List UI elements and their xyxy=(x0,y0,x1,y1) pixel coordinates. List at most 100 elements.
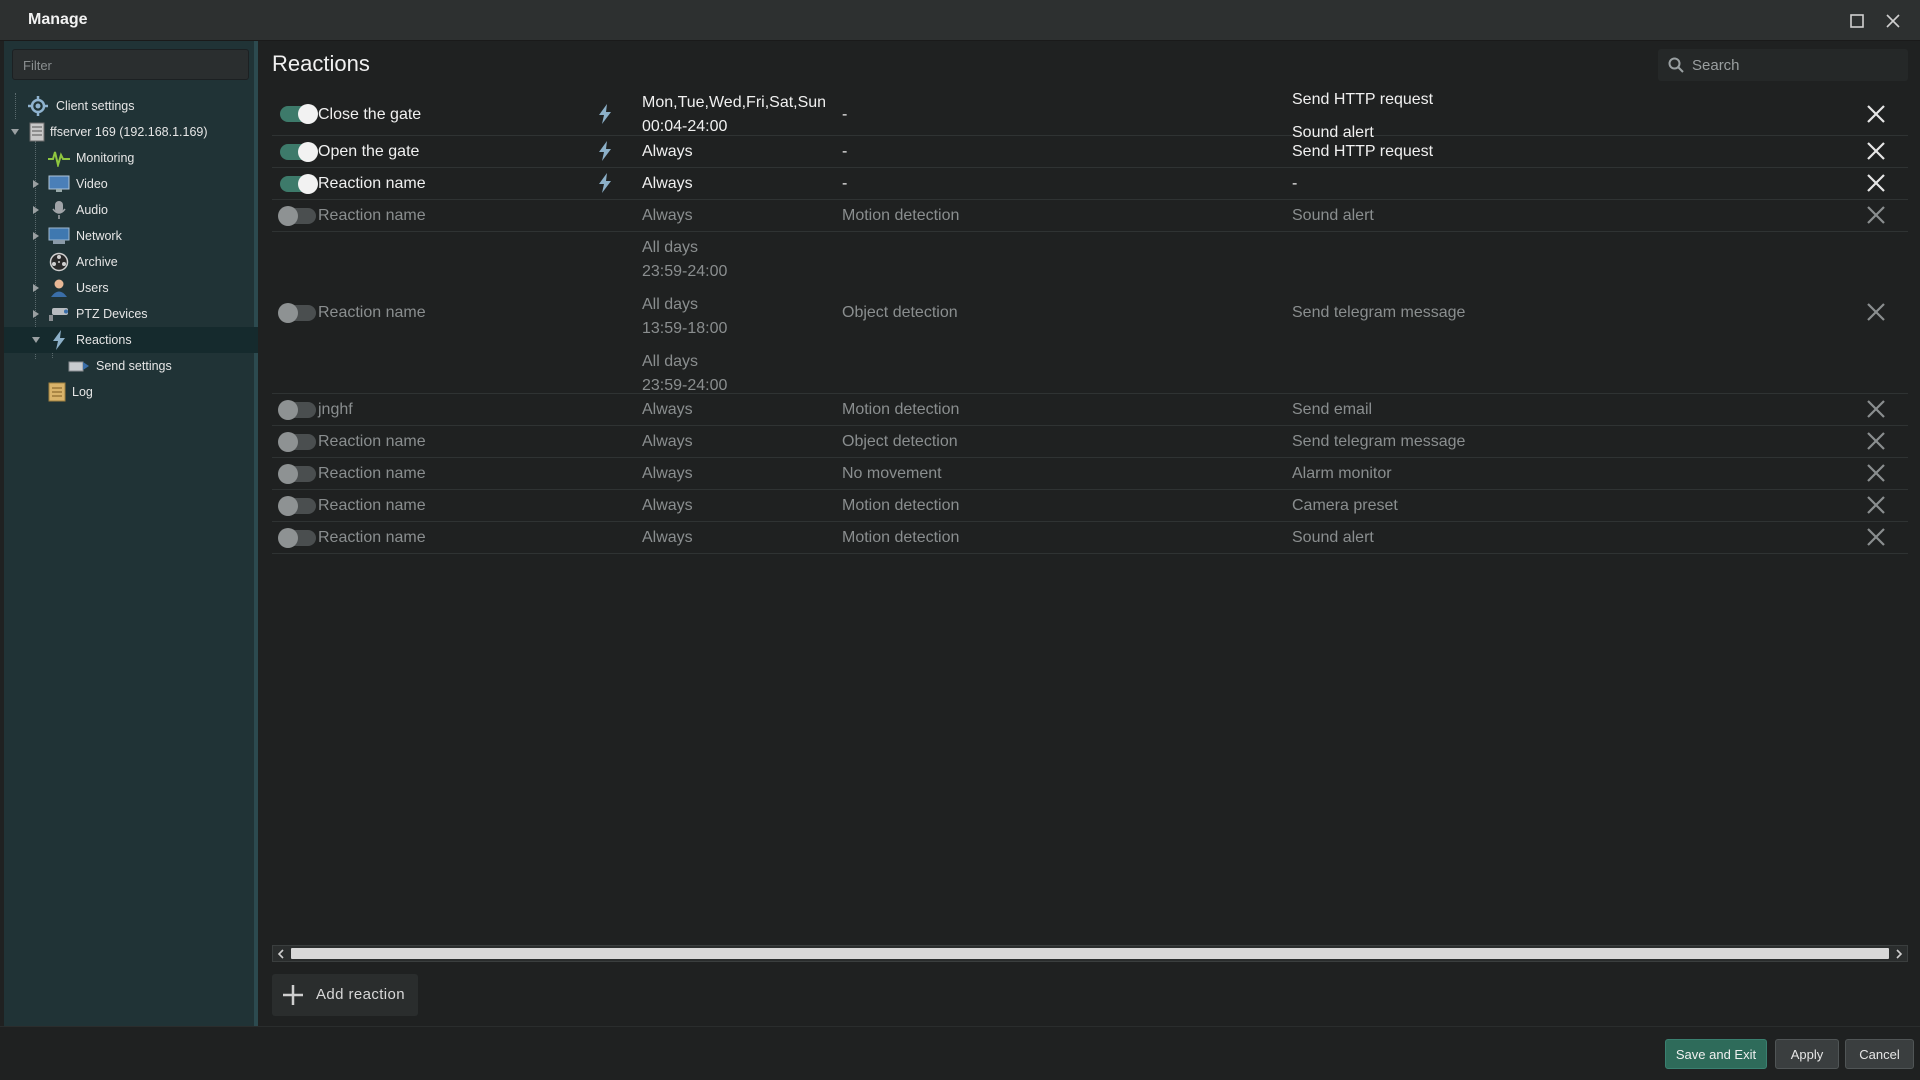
delete-icon[interactable] xyxy=(1865,103,1889,127)
tree-label-send-settings: Send settings xyxy=(96,359,172,373)
delete-icon[interactable] xyxy=(1865,494,1889,518)
reaction-row[interactable]: Close the gate Mon,Tue,Wed,Fri,Sat,Sun 0… xyxy=(272,91,1908,141)
reaction-action: Sound alert xyxy=(1292,207,1374,224)
reaction-row[interactable]: Reaction name Always Motion detection So… xyxy=(272,522,1908,554)
gear-icon xyxy=(27,95,49,117)
reaction-name: jnghf xyxy=(318,401,353,418)
chevron-right-icon[interactable] xyxy=(31,309,41,319)
tree-label-users: Users xyxy=(76,281,109,295)
schedule-line: Always xyxy=(642,207,693,224)
reaction-action: Send HTTP request xyxy=(1292,143,1434,160)
tree-item-server[interactable]: ffserver 169 (192.168.1.169) xyxy=(4,119,258,145)
reaction-name: Reaction name xyxy=(318,207,426,224)
reaction-row[interactable]: Reaction name Always Motion detection Ca… xyxy=(272,490,1908,522)
tree-item-video[interactable]: Video xyxy=(4,171,258,197)
server-icon xyxy=(26,121,48,143)
tree-item-log[interactable]: Log xyxy=(4,379,258,405)
delete-icon[interactable] xyxy=(1865,140,1889,164)
enable-toggle[interactable] xyxy=(278,432,316,452)
schedule-line: Always xyxy=(642,143,693,160)
maximize-icon[interactable] xyxy=(1846,10,1868,32)
scroll-right-icon[interactable] xyxy=(1892,948,1906,960)
schedule-line: Always xyxy=(642,175,693,192)
scroll-left-icon[interactable] xyxy=(274,948,288,960)
chevron-right-icon[interactable] xyxy=(31,283,41,293)
scrollbar-thumb[interactable] xyxy=(291,948,1889,959)
delete-icon[interactable] xyxy=(1865,301,1889,325)
reaction-action: Send telegram message xyxy=(1292,304,1466,321)
tree-item-users[interactable]: Users xyxy=(4,275,258,301)
tree-item-send-settings[interactable]: Send settings xyxy=(4,353,258,379)
chevron-down-icon[interactable] xyxy=(10,127,20,137)
reaction-row[interactable]: Reaction name Always No movement Alarm m… xyxy=(272,458,1908,490)
schedule-line: 13:59-18:00 xyxy=(642,320,728,337)
log-icon xyxy=(46,381,68,403)
tree-item-audio[interactable]: Audio xyxy=(4,197,258,223)
delete-icon[interactable] xyxy=(1865,172,1889,196)
schedule-line: Always xyxy=(642,465,693,482)
chevron-right-icon[interactable] xyxy=(31,179,41,189)
reaction-row[interactable]: jnghf Always Motion detection Send email xyxy=(272,394,1908,426)
delete-icon[interactable] xyxy=(1865,430,1889,454)
apply-button[interactable]: Apply xyxy=(1775,1039,1839,1069)
enable-toggle[interactable] xyxy=(280,104,318,124)
chevron-right-icon[interactable] xyxy=(31,231,41,241)
enable-toggle[interactable] xyxy=(278,303,316,323)
close-icon[interactable] xyxy=(1882,10,1904,32)
tree-label-reactions: Reactions xyxy=(76,333,132,347)
reaction-row[interactable]: Reaction name Always Object detection Se… xyxy=(272,426,1908,458)
reaction-name: Close the gate xyxy=(318,106,422,123)
delete-icon[interactable] xyxy=(1865,204,1889,228)
chevron-right-icon[interactable] xyxy=(31,205,41,215)
enable-toggle[interactable] xyxy=(278,464,316,484)
horizontal-scrollbar[interactable] xyxy=(272,945,1908,962)
reaction-row[interactable]: Open the gate Always - Send HTTP request xyxy=(272,136,1908,168)
reaction-row[interactable]: Reaction name Always - - xyxy=(272,168,1908,200)
tree-label-client-settings: Client settings xyxy=(56,99,135,113)
delete-icon[interactable] xyxy=(1865,398,1889,422)
lightning-icon[interactable] xyxy=(598,140,618,164)
tree-item-monitoring[interactable]: Monitoring xyxy=(4,145,258,171)
cancel-button[interactable]: Cancel xyxy=(1845,1039,1914,1069)
enable-toggle[interactable] xyxy=(278,400,316,420)
delete-icon[interactable] xyxy=(1865,526,1889,550)
reaction-name: Open the gate xyxy=(318,143,420,160)
schedule-line: Mon,Tue,Wed,Fri,Sat,Sun xyxy=(642,94,827,111)
enable-toggle[interactable] xyxy=(280,174,318,194)
tree-item-archive[interactable]: Archive xyxy=(4,249,258,275)
tree-label-video: Video xyxy=(76,177,108,191)
add-reaction-button[interactable]: Add reaction xyxy=(272,974,418,1016)
delete-icon[interactable] xyxy=(1865,462,1889,486)
reaction-name: Reaction name xyxy=(318,175,426,192)
monitoring-icon xyxy=(48,147,70,169)
reaction-trigger: Motion detection xyxy=(842,401,960,418)
lightning-icon[interactable] xyxy=(598,103,618,127)
enable-toggle[interactable] xyxy=(278,528,316,548)
reaction-name: Reaction name xyxy=(318,529,426,546)
enable-toggle[interactable] xyxy=(278,496,316,516)
tree-label-audio: Audio xyxy=(76,203,108,217)
enable-toggle[interactable] xyxy=(278,206,316,226)
enable-toggle[interactable] xyxy=(280,142,318,162)
reaction-row[interactable]: Reaction name All days 23:59-24:00 All d… xyxy=(272,232,1908,394)
filter-input[interactable]: Filter xyxy=(12,49,249,80)
save-and-exit-button[interactable]: Save and Exit xyxy=(1665,1039,1767,1069)
reaction-action: Alarm monitor xyxy=(1292,465,1392,482)
reaction-trigger: No movement xyxy=(842,465,942,482)
search-input[interactable]: Search xyxy=(1658,49,1908,81)
schedule-line: Always xyxy=(642,433,693,450)
search-placeholder: Search xyxy=(1692,57,1740,74)
chevron-down-icon[interactable] xyxy=(31,335,41,345)
reaction-name: Reaction name xyxy=(318,304,426,321)
schedule-line: All days xyxy=(642,296,699,313)
reactions-table: Close the gate Mon,Tue,Wed,Fri,Sat,Sun 0… xyxy=(272,91,1908,554)
tree-item-client-settings[interactable]: Client settings xyxy=(4,93,258,119)
tree-item-reactions[interactable]: Reactions xyxy=(4,327,258,353)
reaction-trigger: Motion detection xyxy=(842,207,960,224)
tree-item-ptz-devices[interactable]: PTZ Devices xyxy=(4,301,258,327)
tree-item-network[interactable]: Network xyxy=(4,223,258,249)
reaction-row[interactable]: Reaction name Always Motion detection So… xyxy=(272,200,1908,232)
lightning-icon[interactable] xyxy=(598,172,618,196)
title-bar: Manage xyxy=(0,0,1920,41)
tree-label-server: ffserver 169 (192.168.1.169) xyxy=(50,125,208,139)
